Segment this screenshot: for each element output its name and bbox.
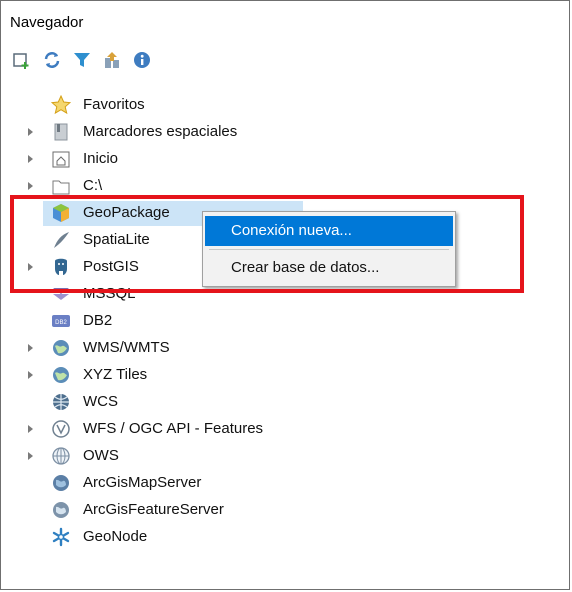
expand-arrow-icon[interactable] [28, 425, 33, 433]
tree-item-arcgis-feature[interactable]: ArcGisFeatureServer [1, 498, 569, 523]
expand-arrow-icon[interactable] [28, 128, 33, 136]
browser-toolbar [9, 47, 159, 73]
db2-icon: DB2 [51, 311, 71, 331]
star-icon [50, 94, 72, 115]
drive-folder-icon [51, 176, 71, 196]
arcgis-map-icon [51, 473, 71, 493]
tree-item-ows[interactable]: OWS [1, 444, 569, 469]
tree-item-inicio[interactable]: Inicio [1, 147, 569, 172]
tree-item-wms[interactable]: WMS/WMTS [1, 336, 569, 361]
expand-arrow-icon[interactable] [28, 371, 33, 379]
tree-item-label: Marcadores espaciales [83, 123, 238, 140]
home-folder-icon [51, 149, 71, 169]
xyz-globe-icon [51, 365, 71, 385]
info-icon[interactable] [129, 47, 155, 73]
wcs-globe-icon [51, 392, 71, 412]
tree-item-db2[interactable]: DB2 DB2 [1, 309, 569, 334]
tree-item-label: Favoritos [83, 96, 145, 113]
expand-arrow-icon[interactable] [28, 155, 33, 163]
tree-item-label: Inicio [83, 150, 119, 167]
svg-text:DB2: DB2 [55, 320, 67, 326]
filter-icon[interactable] [69, 47, 95, 73]
tree-item-marcadores[interactable]: Marcadores espaciales [1, 120, 569, 145]
wfs-globe-icon [51, 419, 71, 439]
expand-arrow-icon[interactable] [28, 452, 33, 460]
tree-item-favoritos[interactable]: Favoritos [1, 93, 569, 118]
wms-globe-icon [51, 338, 71, 358]
browser-panel: Navegador Favoritos Marcadores espaciale… [0, 0, 570, 590]
tree-item-label: DB2 [83, 312, 113, 329]
annotation-highlight-box [10, 195, 524, 293]
tree-item-label: GeoNode [83, 528, 148, 545]
tree-item-label: WMS/WMTS [83, 339, 170, 356]
geonode-icon [51, 527, 71, 547]
add-layer-icon[interactable] [9, 47, 35, 73]
tree-item-label: XYZ Tiles [83, 366, 148, 383]
ows-globe-icon [51, 446, 71, 466]
tree-item-label: ArcGisFeatureServer [83, 501, 224, 518]
tree-item-label: WFS / OGC API - Features [83, 420, 264, 437]
expand-arrow-icon[interactable] [28, 182, 33, 190]
tree-item-xyz[interactable]: XYZ Tiles [1, 363, 569, 388]
tree-item-label: WCS [83, 393, 118, 410]
panel-title: Navegador [10, 14, 84, 31]
collapse-all-icon[interactable] [99, 47, 125, 73]
refresh-icon[interactable] [39, 47, 65, 73]
tree-item-wfs[interactable]: WFS / OGC API - Features [1, 417, 569, 442]
tree-item-wcs[interactable]: WCS [1, 390, 569, 415]
tree-item-label: ArcGisMapServer [83, 474, 202, 491]
expand-arrow-icon[interactable] [28, 344, 33, 352]
tree-item-arcgis-map[interactable]: ArcGisMapServer [1, 471, 569, 496]
tree-item-geonode[interactable]: GeoNode [1, 525, 569, 550]
tree-item-label: OWS [83, 447, 119, 464]
arcgis-feature-icon [51, 500, 71, 520]
tree-item-label: C:\ [83, 177, 103, 194]
bookmark-icon [51, 122, 71, 142]
